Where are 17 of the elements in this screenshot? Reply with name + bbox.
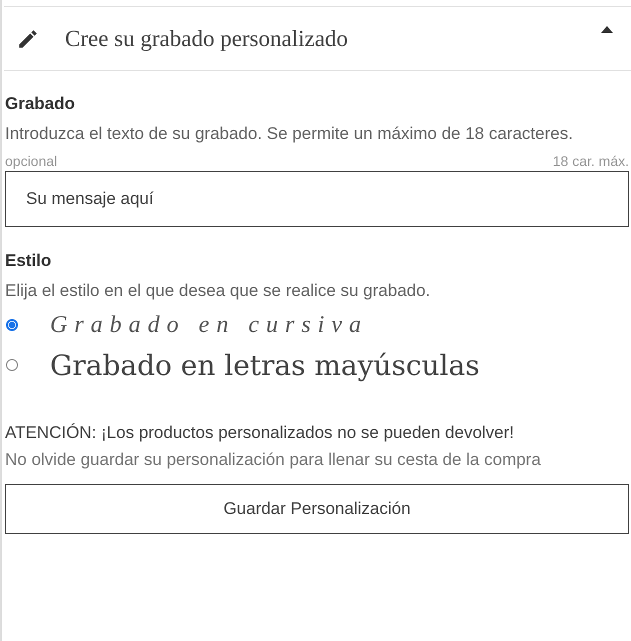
warning-text: ATENCIÓN: ¡Los productos personalizados no se pueden devolver! <box>5 423 516 443</box>
help-text: Introduzca el texto de su grabado. Se permite un máximo de 18 caracteres. <box>5 123 574 145</box>
save-button[interactable]: Guardar Personalización <box>5 484 629 534</box>
optional-note: opcional <box>5 153 58 169</box>
field-label: Grabado <box>5 94 76 114</box>
collapse-caret-icon[interactable] <box>601 25 613 33</box>
reminder-text: No olvide guardar su personalización para llenar su cesta de la compra <box>5 450 542 470</box>
character-limit: 18 car. máx. <box>552 153 629 169</box>
radio-button[interactable] <box>6 359 18 371</box>
section-title: Cree su grabado personalizado <box>65 26 348 52</box>
style-option[interactable]: Grabado en letras mayúsculas <box>50 348 480 382</box>
radio-button[interactable] <box>6 319 18 331</box>
engraving-input-field[interactable]: Su mensaje aquí <box>5 171 629 227</box>
help-text: Elija el estilo en el que desea que se realice su grabado. <box>5 280 432 302</box>
style-option[interactable]: Grabado en cursiva <box>50 312 368 338</box>
field-label: Estilo <box>5 251 52 271</box>
pencil-icon <box>17 28 39 50</box>
